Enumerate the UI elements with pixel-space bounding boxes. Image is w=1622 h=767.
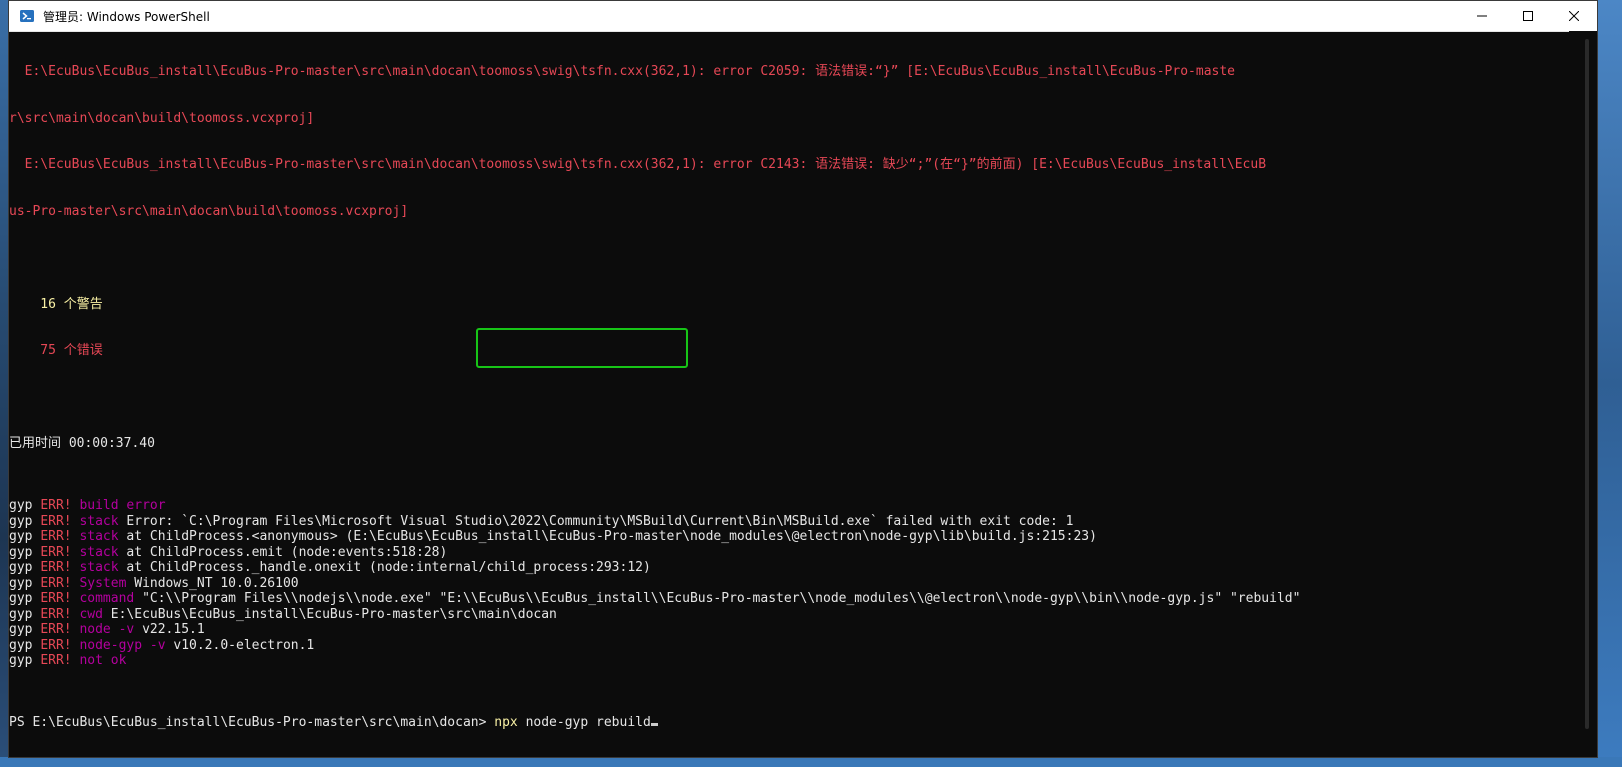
- gyp-key: stack: [71, 529, 119, 544]
- powershell-icon: [19, 8, 35, 24]
- minimize-icon: [1477, 15, 1487, 17]
- error-line: E:\EcuBus\EcuBus_install\EcuBus-Pro-mast…: [9, 64, 1235, 79]
- powershell-window: 管理员: Windows PowerShell E:\EcuBus\EcuBus…: [8, 0, 1598, 758]
- command-args: node-gyp rebuild: [517, 715, 651, 730]
- error-line: r\src\main\docan\build\toomoss.vcxproj]: [9, 110, 315, 126]
- gyp-key: stack: [71, 544, 119, 560]
- prompt-line: PS E:\EcuBus\EcuBus_install\EcuBus-Pro-m…: [9, 715, 1569, 731]
- gyp-key: cwd: [71, 606, 103, 622]
- elapsed-time: 已用时间 00:00:37.40: [9, 436, 155, 451]
- close-button[interactable]: [1551, 1, 1597, 31]
- error-count: 75 个错误: [9, 343, 103, 358]
- gyp-error-line: gyp ERR! stack at ChildProcess._handle.o…: [9, 560, 1569, 576]
- gyp-error-line: gyp ERR! node-gyp -v v10.2.0-electron.1: [9, 638, 1569, 654]
- gyp-err-tag: ERR!: [40, 653, 72, 668]
- gyp-message: at ChildProcess.<anonymous> (E:\EcuBus\E…: [118, 529, 1097, 544]
- gyp-prefix: gyp: [9, 575, 41, 591]
- gyp-message: at ChildProcess._handle.onexit (node:int…: [118, 560, 651, 575]
- gyp-err-tag: ERR!: [40, 622, 72, 637]
- gyp-message: E:\EcuBus\EcuBus_install\EcuBus-Pro-mast…: [102, 606, 557, 622]
- text-cursor: [650, 723, 658, 726]
- gyp-error-line: gyp ERR! stack Error: `C:\Program Files\…: [9, 514, 1569, 530]
- close-icon: [1569, 11, 1579, 21]
- gyp-key: build error: [71, 498, 166, 513]
- maximize-icon: [1523, 11, 1533, 21]
- gyp-message: "C:\\Program Files\\nodejs\\node.exe" "E…: [134, 591, 1301, 606]
- gyp-err-tag: ERR!: [40, 575, 72, 591]
- desktop-left-strip: [0, 0, 8, 767]
- gyp-message: Windows_NT 10.0.26100: [126, 575, 299, 591]
- gyp-key: node -v: [71, 622, 135, 637]
- gyp-key: node-gyp -v: [71, 637, 166, 653]
- minimize-button[interactable]: [1459, 1, 1505, 31]
- gyp-prefix: gyp: [9, 653, 41, 668]
- gyp-message: Error: `C:\Program Files\Microsoft Visua…: [118, 513, 1074, 529]
- gyp-message: at ChildProcess.emit (node:events:518:28…: [118, 544, 448, 560]
- gyp-key: command: [71, 591, 135, 606]
- gyp-key: not ok: [71, 653, 127, 668]
- command-highlight-box: [476, 328, 688, 368]
- gyp-key: stack: [71, 513, 119, 529]
- gyp-err-tag: ERR!: [40, 591, 72, 606]
- gyp-message: v22.15.1: [134, 622, 205, 637]
- gyp-err-tag: ERR!: [40, 606, 72, 622]
- gyp-message: v10.2.0-electron.1: [165, 637, 315, 653]
- gyp-prefix: gyp: [9, 606, 41, 622]
- gyp-prefix: gyp: [9, 498, 41, 513]
- command-exe: npx: [494, 715, 518, 730]
- gyp-prefix: gyp: [9, 622, 41, 637]
- gyp-prefix: gyp: [9, 513, 41, 529]
- gyp-err-tag: ERR!: [40, 513, 72, 529]
- gyp-prefix: gyp: [9, 544, 41, 560]
- gyp-error-line: gyp ERR! stack at ChildProcess.<anonymou…: [9, 529, 1569, 545]
- gyp-prefix: gyp: [9, 591, 41, 606]
- desktop-right-strip: [1598, 0, 1622, 767]
- gyp-err-tag: ERR!: [40, 544, 72, 560]
- gyp-error-line: gyp ERR! stack at ChildProcess.emit (nod…: [9, 545, 1569, 561]
- gyp-err-tag: ERR!: [40, 637, 72, 653]
- prompt-path: PS E:\EcuBus\EcuBus_install\EcuBus-Pro-m…: [9, 715, 495, 730]
- scrollbar-thumb[interactable]: [1585, 39, 1589, 729]
- warning-count: 16 个警告: [9, 296, 103, 312]
- gyp-error-line: gyp ERR! build error: [9, 498, 1569, 514]
- error-line: E:\EcuBus\EcuBus_install\EcuBus-Pro-mast…: [9, 157, 1267, 172]
- desktop-bottom-strip: [0, 757, 1622, 767]
- gyp-error-line: gyp ERR! cwd E:\EcuBus\EcuBus_install\Ec…: [9, 607, 1569, 623]
- gyp-error-block: gyp ERR! build error gyp ERR! stack Error…: [9, 498, 1569, 669]
- gyp-err-tag: ERR!: [40, 560, 72, 575]
- gyp-err-tag: ERR!: [40, 498, 72, 513]
- vertical-scrollbar[interactable]: [1569, 31, 1597, 757]
- title-bar[interactable]: 管理员: Windows PowerShell: [9, 1, 1597, 32]
- gyp-error-line: gyp ERR! not ok: [9, 653, 1569, 669]
- gyp-prefix: gyp: [9, 529, 41, 544]
- window-controls: [1459, 1, 1597, 31]
- gyp-key: stack: [71, 560, 119, 575]
- error-line: us-Pro-master\src\main\docan\build\toomo…: [9, 203, 409, 219]
- gyp-prefix: gyp: [9, 637, 41, 653]
- gyp-error-line: gyp ERR! node -v v22.15.1: [9, 622, 1569, 638]
- window-title: 管理员: Windows PowerShell: [43, 9, 210, 24]
- maximize-button[interactable]: [1505, 1, 1551, 31]
- gyp-error-line: gyp ERR! System Windows_NT 10.0.26100: [9, 576, 1569, 592]
- gyp-prefix: gyp: [9, 560, 41, 575]
- gyp-key: System: [71, 575, 127, 591]
- gyp-error-line: gyp ERR! command "C:\\Program Files\\nod…: [9, 591, 1569, 607]
- gyp-err-tag: ERR!: [40, 529, 72, 544]
- console-output[interactable]: E:\EcuBus\EcuBus_install\EcuBus-Pro-mast…: [9, 31, 1569, 757]
